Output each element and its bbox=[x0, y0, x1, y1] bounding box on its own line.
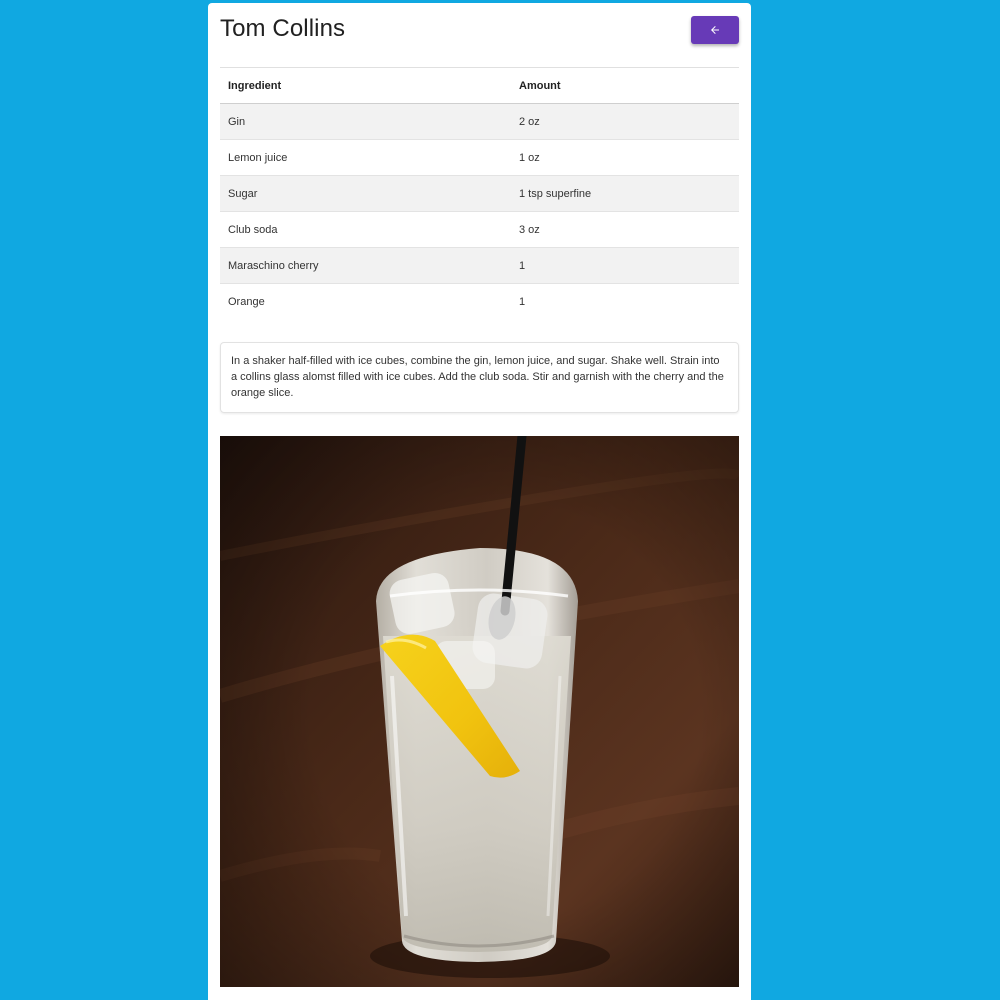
drink-photo bbox=[220, 436, 739, 987]
table-row: Orange 1 bbox=[220, 283, 739, 319]
column-header-ingredient: Ingredient bbox=[220, 67, 511, 104]
table-row: Sugar 1 tsp superfine bbox=[220, 175, 739, 212]
ingredient-cell: Lemon juice bbox=[220, 139, 511, 176]
table-row: Lemon juice 1 oz bbox=[220, 139, 739, 176]
drink-card: Tom Collins Ingredient Amount Gin 2 oz L… bbox=[208, 3, 751, 1000]
arrow-left-icon bbox=[709, 24, 721, 36]
table-row: Maraschino cherry 1 bbox=[220, 247, 739, 284]
drink-title: Tom Collins bbox=[220, 15, 346, 42]
table-row: Club soda 3 oz bbox=[220, 211, 739, 248]
back-button[interactable] bbox=[691, 16, 739, 44]
amount-cell: 1 bbox=[511, 247, 739, 284]
ingredient-cell: Sugar bbox=[220, 175, 511, 212]
table-row: Gin 2 oz bbox=[220, 103, 739, 140]
amount-cell: 1 bbox=[511, 283, 739, 319]
instructions-text: In a shaker half-filled with ice cubes, … bbox=[231, 355, 724, 399]
instructions-panel: In a shaker half-filled with ice cubes, … bbox=[220, 342, 739, 413]
ingredient-cell: Gin bbox=[220, 103, 511, 140]
ingredient-cell: Maraschino cherry bbox=[220, 247, 511, 284]
amount-cell: 1 tsp superfine bbox=[511, 175, 739, 212]
amount-cell: 3 oz bbox=[511, 211, 739, 248]
ingredient-cell: Club soda bbox=[220, 211, 511, 248]
ingredients-table: Ingredient Amount Gin 2 oz Lemon juice 1… bbox=[220, 67, 739, 319]
amount-cell: 1 oz bbox=[511, 139, 739, 176]
amount-cell: 2 oz bbox=[511, 103, 739, 140]
ingredient-cell: Orange bbox=[220, 283, 511, 319]
table-header-row: Ingredient Amount bbox=[220, 67, 739, 104]
column-header-amount: Amount bbox=[511, 67, 739, 104]
